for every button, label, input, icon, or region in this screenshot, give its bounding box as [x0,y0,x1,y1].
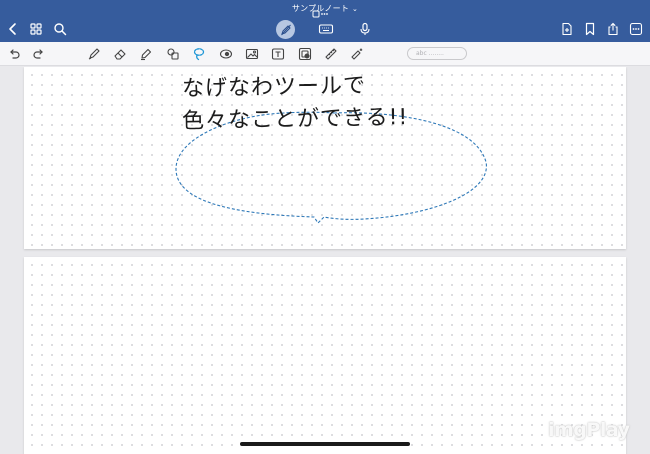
handwritten-line-1: なげなわツールで [181,73,367,102]
shape-recognition-label: abc ........ [416,50,444,57]
add-page-icon[interactable] [560,22,574,36]
sticker-icon[interactable] [297,46,313,62]
lasso-icon[interactable] [191,46,207,62]
search-icon[interactable] [53,22,67,36]
back-chevron-icon[interactable] [6,22,20,36]
redo-icon[interactable] [31,46,47,62]
top-navigation-bar: サンプルノート ⌄ [0,0,650,42]
shapes-icon[interactable] [165,46,181,62]
chevron-down-icon: ⌄ [352,5,359,13]
handwritten-line-2: 色々なことができる!! [181,105,409,134]
tool-bar: abc ........ [0,42,650,66]
pen-icon[interactable] [86,46,102,62]
grid-icon[interactable] [29,22,43,36]
microphone-icon[interactable] [358,22,372,36]
bookmark-icon[interactable] [583,22,597,36]
share-icon[interactable] [606,22,620,36]
watermark-logo: imgPlay [548,419,630,441]
keyboard-icon[interactable] [318,22,334,36]
undo-icon[interactable] [6,46,22,62]
note-page-2[interactable] [24,257,626,454]
text-icon[interactable] [270,46,286,62]
eraser-icon[interactable] [112,46,128,62]
multitasking-icon[interactable] [312,3,328,18]
more-icon[interactable] [629,22,643,36]
home-indicator[interactable] [240,442,410,446]
laser-icon[interactable] [218,46,234,62]
image-icon[interactable] [244,46,260,62]
shape-recognition-field[interactable]: abc ........ [407,47,467,60]
magic-icon[interactable] [349,46,365,62]
pen-mode-icon[interactable] [276,20,295,39]
highlighter-icon[interactable] [138,46,154,62]
ruler-icon[interactable] [323,46,339,62]
